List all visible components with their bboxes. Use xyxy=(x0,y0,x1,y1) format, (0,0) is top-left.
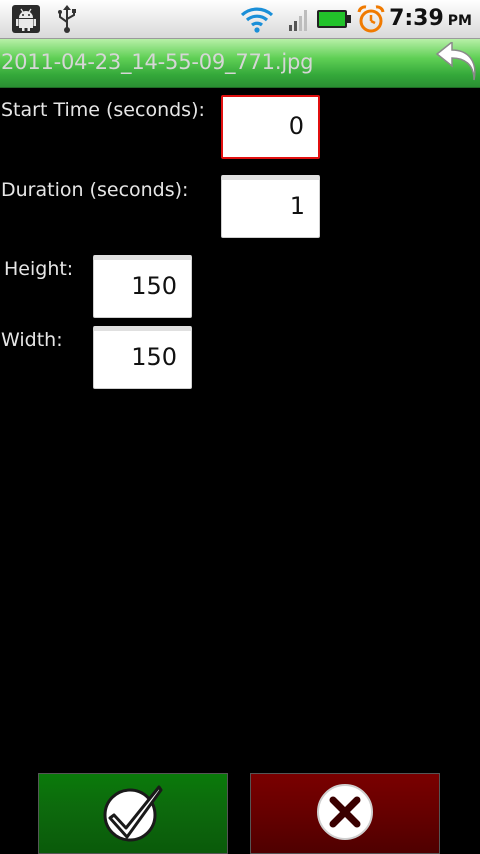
android-debug-icon xyxy=(12,5,40,37)
close-icon xyxy=(315,782,375,846)
duration-label: Duration (seconds): xyxy=(1,179,189,201)
signal-icon xyxy=(288,6,310,36)
time-ampm: PM xyxy=(447,13,472,29)
usb-icon xyxy=(56,4,78,38)
height-label: Height: xyxy=(4,258,74,280)
start-time-input[interactable]: 0 xyxy=(221,95,320,159)
width-input[interactable]: 150 xyxy=(93,326,192,389)
start-time-label: Start Time (seconds): xyxy=(1,99,205,121)
back-button[interactable] xyxy=(434,40,478,84)
ok-button[interactable] xyxy=(38,773,228,854)
width-label: Width: xyxy=(1,329,63,351)
screen: 7:39 PM 2011-04-23_14-55-09_771.jpg Start… xyxy=(0,0,480,854)
time-value: 7:39 xyxy=(389,6,444,31)
cancel-button[interactable] xyxy=(250,773,440,854)
status-bar: 7:39 PM xyxy=(0,0,480,39)
battery-icon xyxy=(316,9,352,33)
height-input[interactable]: 150 xyxy=(93,255,192,318)
status-time: 7:39 PM xyxy=(389,4,472,36)
duration-input[interactable]: 1 xyxy=(221,175,320,238)
alarm-icon xyxy=(356,4,386,38)
wifi-icon xyxy=(240,4,274,38)
back-arrow-icon xyxy=(434,40,478,88)
checkmark-icon xyxy=(101,781,165,847)
title-bar: 2011-04-23_14-55-09_771.jpg xyxy=(0,39,480,88)
file-title: 2011-04-23_14-55-09_771.jpg xyxy=(1,50,314,74)
